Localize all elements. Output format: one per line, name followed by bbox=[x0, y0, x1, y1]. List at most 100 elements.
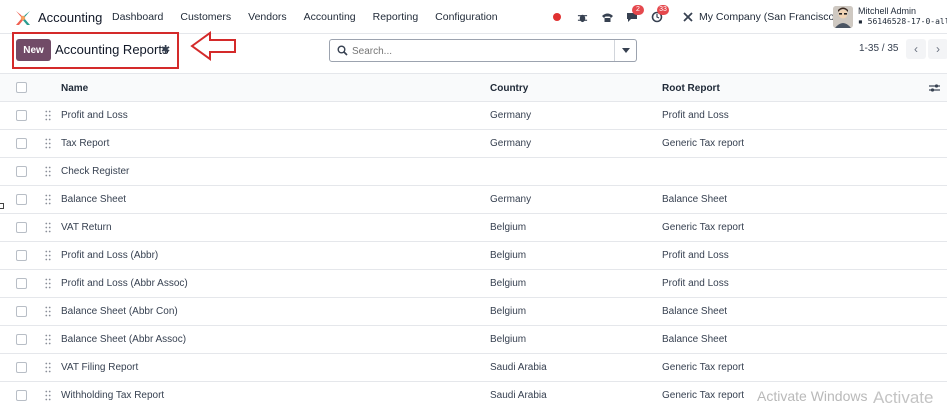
table-row[interactable]: Balance Sheet (Abbr Con) Belgium Balance S… bbox=[0, 298, 947, 326]
menu-customers[interactable]: Customers bbox=[180, 11, 231, 23]
menu-reporting[interactable]: Reporting bbox=[373, 11, 419, 23]
cell-name: Profit and Loss (Abbr) bbox=[61, 250, 159, 261]
search-icon bbox=[337, 45, 348, 56]
row-checkbox[interactable] bbox=[16, 250, 27, 261]
row-checkbox[interactable] bbox=[16, 194, 27, 205]
company-switcher[interactable]: My Company (San Francisco) bbox=[699, 11, 838, 23]
caret-down-icon bbox=[621, 48, 630, 53]
cell-country: Belgium bbox=[490, 278, 527, 289]
table-row[interactable]: Profit and Loss Germany Profit and Loss bbox=[0, 102, 947, 130]
pager-value[interactable]: 1-35 / 35 bbox=[859, 43, 898, 54]
app-name[interactable]: Accounting bbox=[38, 10, 102, 25]
column-header-country[interactable]: Country bbox=[490, 83, 528, 94]
drag-handle-icon[interactable] bbox=[45, 278, 51, 289]
row-checkbox[interactable] bbox=[16, 278, 27, 289]
menu-dashboard[interactable]: Dashboard bbox=[112, 11, 163, 23]
row-checkbox[interactable] bbox=[16, 166, 27, 177]
cell-country: Belgium bbox=[490, 250, 527, 261]
drag-handle-icon[interactable] bbox=[45, 362, 51, 373]
cell-country: Saudi Arabia bbox=[490, 390, 547, 401]
cell-root-report: Generic Tax report bbox=[662, 362, 745, 373]
search-options-toggle[interactable] bbox=[614, 40, 636, 61]
table-row[interactable]: Profit and Loss (Abbr Assoc) Belgium Profi… bbox=[0, 270, 947, 298]
user-avatar[interactable] bbox=[833, 6, 853, 28]
column-options-icon[interactable] bbox=[929, 83, 940, 93]
windows-watermark-overflow: Activate bbox=[873, 388, 934, 404]
table-row[interactable]: Check Register bbox=[0, 158, 947, 186]
systray: 2 33 bbox=[548, 5, 704, 26]
cell-name: VAT Filing Report bbox=[61, 362, 139, 373]
cell-root-report: Generic Tax report bbox=[662, 222, 745, 233]
select-all-checkbox[interactable] bbox=[16, 82, 27, 93]
cell-name: Tax Report bbox=[61, 138, 110, 149]
cell-root-report: Balance Sheet bbox=[662, 194, 728, 205]
cell-root-report: Generic Tax report bbox=[662, 390, 745, 401]
phone-icon[interactable] bbox=[598, 8, 616, 26]
drag-handle-icon[interactable] bbox=[45, 110, 51, 121]
drag-handle-icon[interactable] bbox=[45, 166, 51, 177]
cell-name: VAT Return bbox=[61, 222, 112, 233]
menu-vendors[interactable]: Vendors bbox=[248, 11, 287, 23]
drag-handle-icon[interactable] bbox=[45, 390, 51, 401]
table-row[interactable]: VAT Return Belgium Generic Tax report bbox=[0, 214, 947, 242]
table-row[interactable]: Balance Sheet (Abbr Assoc) Belgium Balance… bbox=[0, 326, 947, 354]
cell-name: Balance Sheet bbox=[61, 194, 127, 205]
drag-handle-icon[interactable] bbox=[45, 250, 51, 261]
gear-icon[interactable]: ✱ bbox=[161, 43, 170, 56]
cell-country: Belgium bbox=[490, 334, 527, 345]
cell-name: Balance Sheet (Abbr Assoc) bbox=[61, 334, 187, 345]
column-header-name[interactable]: Name bbox=[61, 83, 88, 94]
user-name[interactable]: Mitchell Admin bbox=[858, 6, 916, 16]
menu-configuration[interactable]: Configuration bbox=[435, 11, 497, 23]
drag-handle-icon[interactable] bbox=[45, 334, 51, 345]
table-row[interactable]: Balance Sheet Germany Balance Sheet bbox=[0, 186, 947, 214]
clock-icon[interactable]: 33 bbox=[648, 5, 669, 26]
cell-name: Profit and Loss bbox=[61, 110, 128, 121]
row-checkbox[interactable] bbox=[16, 306, 27, 317]
reports-list-table: Name Country Root Report Profit and Loss… bbox=[0, 73, 947, 404]
edge-mark bbox=[0, 203, 4, 209]
table-row[interactable]: VAT Filing Report Saudi Arabia Generic Tax… bbox=[0, 354, 947, 382]
page-title: Accounting Reports bbox=[55, 42, 169, 57]
chat-badge: 2 bbox=[632, 5, 644, 15]
bug-icon[interactable] bbox=[573, 8, 591, 26]
row-checkbox[interactable] bbox=[16, 334, 27, 345]
cell-country: Saudi Arabia bbox=[490, 362, 547, 373]
table-row[interactable]: Profit and Loss (Abbr) Belgium Profit and … bbox=[0, 242, 947, 270]
drag-handle-icon[interactable] bbox=[45, 194, 51, 205]
tools-icon[interactable] bbox=[679, 8, 697, 26]
drag-handle-icon[interactable] bbox=[45, 306, 51, 317]
cell-root-report: Generic Tax report bbox=[662, 138, 745, 149]
pager-next-button[interactable]: › bbox=[928, 39, 947, 59]
chevron-left-icon: ‹ bbox=[914, 42, 918, 56]
row-checkbox[interactable] bbox=[16, 110, 27, 121]
cell-root-report: Profit and Loss bbox=[662, 250, 729, 261]
cell-country: Germany bbox=[490, 138, 532, 149]
table-row[interactable]: Tax Report Germany Generic Tax report bbox=[0, 130, 947, 158]
chevron-right-icon: › bbox=[936, 42, 940, 56]
menu-accounting[interactable]: Accounting bbox=[304, 11, 356, 23]
row-checkbox[interactable] bbox=[16, 222, 27, 233]
top-navbar: Accounting Dashboard Customers Vendors A… bbox=[0, 0, 947, 34]
cell-root-report: Balance Sheet bbox=[662, 334, 728, 345]
drag-handle-icon[interactable] bbox=[45, 138, 51, 149]
cell-country: Germany bbox=[490, 110, 532, 121]
cell-name: Withholding Tax Report bbox=[61, 390, 165, 401]
row-checkbox[interactable] bbox=[16, 390, 27, 401]
new-button[interactable]: New bbox=[16, 39, 51, 61]
search-input[interactable] bbox=[352, 43, 610, 59]
row-checkbox[interactable] bbox=[16, 138, 27, 149]
column-header-root-report[interactable]: Root Report bbox=[662, 83, 720, 94]
pager-previous-button[interactable]: ‹ bbox=[906, 39, 926, 59]
table-header-row: Name Country Root Report bbox=[0, 73, 947, 102]
row-checkbox[interactable] bbox=[16, 362, 27, 373]
windows-watermark: Activate Windows bbox=[757, 388, 868, 404]
record-dot-icon[interactable] bbox=[548, 8, 566, 26]
cell-name: Balance Sheet (Abbr Con) bbox=[61, 306, 178, 317]
activity-badge: 33 bbox=[657, 5, 669, 15]
cell-root-report: Balance Sheet bbox=[662, 306, 728, 317]
accounting-app-icon[interactable] bbox=[14, 9, 32, 27]
main-menu: Dashboard Customers Vendors Accounting R… bbox=[112, 11, 515, 23]
chat-icon[interactable]: 2 bbox=[623, 5, 644, 26]
drag-handle-icon[interactable] bbox=[45, 222, 51, 233]
